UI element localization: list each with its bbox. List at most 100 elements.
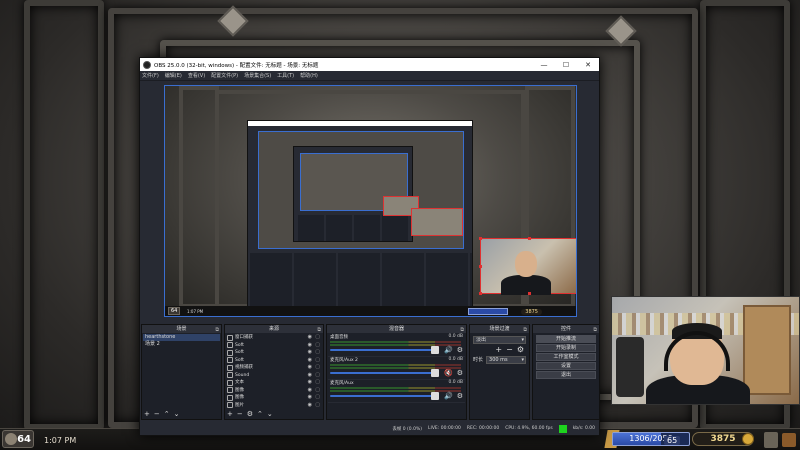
resize-handle[interactable] [528, 237, 531, 240]
studio-mode-button[interactable]: 工作室模式 [536, 353, 596, 361]
menu-help[interactable]: 帮助(H) [300, 72, 318, 79]
dock-float-icon[interactable]: ⧉ [523, 326, 527, 334]
dock-float-icon[interactable]: ⧉ [460, 326, 464, 334]
source-label: 图像 [235, 395, 244, 400]
lock-icon[interactable]: ▢ [315, 364, 320, 372]
source-item[interactable]: 图像 ◉ ▢ [226, 387, 322, 395]
move-up-icon[interactable]: ⌃ [164, 410, 170, 418]
volume-slider[interactable] [330, 349, 435, 351]
resize-handle[interactable] [479, 292, 482, 295]
eye-icon[interactable]: ◉ [308, 402, 312, 410]
lock-icon[interactable]: ▢ [315, 342, 320, 350]
source-item[interactable]: Soft ◉ ▢ [226, 349, 322, 357]
source-item[interactable]: Soft ◉ ▢ [226, 342, 322, 350]
rank-badge[interactable]: 64 [2, 430, 34, 448]
source-item[interactable]: 图像 ◉ ▢ [226, 394, 322, 402]
duration-input[interactable]: 300 ms [486, 355, 526, 364]
source-item[interactable]: 图片 ◉ ▢ [226, 402, 322, 410]
dock-float-icon[interactable]: ⧉ [317, 326, 321, 334]
move-down-icon[interactable]: ⌄ [267, 410, 273, 418]
source-label: Soft [235, 342, 244, 348]
lock-icon[interactable]: ▢ [315, 394, 320, 402]
minimize-icon[interactable]: — [533, 58, 555, 71]
eye-icon[interactable]: ◉ [308, 357, 312, 365]
dock-float-icon[interactable]: ⧉ [593, 326, 597, 334]
move-up-icon[interactable]: ⌃ [257, 410, 263, 418]
eye-icon[interactable]: ◉ [308, 364, 312, 372]
source-item[interactable]: 文本 ◉ ▢ [226, 379, 322, 387]
source-settings-icon[interactable]: ⚙ [247, 410, 253, 418]
lock-icon[interactable]: ▢ [315, 402, 320, 410]
volume-slider-handle[interactable] [431, 392, 439, 400]
eye-icon[interactable]: ◉ [308, 342, 312, 350]
volume-slider-handle[interactable] [431, 369, 439, 377]
lock-icon[interactable]: ▢ [315, 349, 320, 357]
source-item[interactable]: 窗口捕获 ◉ ▢ [226, 334, 322, 342]
source-item[interactable]: 视频捕获 ◉ ▢ [226, 364, 322, 372]
remove-source-icon[interactable]: − [237, 410, 243, 418]
dock-float-icon[interactable]: ⧉ [215, 326, 219, 334]
menu-tools[interactable]: 工具(T) [277, 72, 294, 79]
resize-handle[interactable] [576, 237, 577, 240]
eye-icon[interactable]: ◉ [308, 379, 312, 387]
eye-icon[interactable]: ◉ [308, 349, 312, 357]
mixer-dock: 混音器 ⧉ 桌面音频 0.0 dB 🔊 ⚙ 麦克风/Aux 2 0.0 dB 🔇… [326, 324, 467, 420]
channel-name: 麦克风/Aux [330, 381, 354, 386]
gear-icon[interactable]: ⚙ [457, 346, 463, 354]
eye-icon[interactable]: ◉ [308, 372, 312, 380]
start-recording-button[interactable]: 开始录制 [536, 344, 596, 352]
add-scene-icon[interactable]: + [144, 410, 150, 418]
game-frame-left [24, 0, 104, 430]
volume-slider-handle[interactable] [431, 346, 439, 354]
add-transition-icon[interactable]: + [495, 345, 502, 354]
speaker-icon[interactable]: 🔊 [444, 346, 453, 354]
maximize-icon[interactable]: ☐ [555, 58, 577, 71]
settings-button[interactable]: 设置 [536, 362, 596, 370]
lock-icon[interactable]: ▢ [315, 387, 320, 395]
speaker-icon[interactable]: 🔊 [444, 392, 453, 400]
webcam-overlay [611, 296, 800, 405]
volume-slider[interactable] [330, 395, 435, 397]
eye-icon[interactable]: ◉ [308, 394, 312, 402]
resize-handle[interactable] [479, 237, 482, 240]
gear-icon[interactable]: ⚙ [457, 392, 463, 400]
menu-view[interactable]: 查看(V) [188, 72, 205, 79]
menu-file[interactable]: 文件(F) [142, 72, 159, 79]
lock-icon[interactable]: ▢ [315, 372, 320, 380]
gear-icon[interactable]: ⚙ [517, 345, 524, 354]
preview-canvas[interactable]: 64 1:07 PM 3875 [164, 85, 577, 317]
source-item[interactable]: Soft ◉ ▢ [226, 357, 322, 365]
resize-handle[interactable] [576, 265, 577, 268]
resize-handle[interactable] [528, 292, 531, 295]
speaker-muted-icon[interactable]: 🔇 [444, 369, 453, 377]
close-icon[interactable]: ✕ [577, 58, 599, 71]
menu-edit[interactable]: 编辑(E) [165, 72, 182, 79]
resize-handle[interactable] [576, 292, 577, 295]
menu-profile[interactable]: 配置文件(P) [211, 72, 238, 79]
chest-icon[interactable] [782, 433, 796, 447]
gear-icon[interactable]: ⚙ [457, 369, 463, 377]
source-item[interactable]: Sound ◉ ▢ [226, 372, 322, 380]
obs-titlebar[interactable]: OBS 25.0.0 (32-bit, windows) - 配置文件: 无标题… [140, 58, 599, 71]
scene-item[interactable]: hearthstone [143, 334, 220, 341]
menu-scene-collection[interactable]: 场景集合(S) [244, 72, 271, 79]
add-source-icon[interactable]: + [227, 410, 233, 418]
lock-icon[interactable]: ▢ [315, 379, 320, 387]
move-down-icon[interactable]: ⌄ [174, 410, 180, 418]
preview-webcam-source[interactable] [479, 237, 577, 295]
lock-icon[interactable]: ▢ [315, 334, 320, 342]
start-streaming-button[interactable]: 开始推流 [536, 335, 596, 343]
eye-icon[interactable]: ◉ [308, 387, 312, 395]
exit-button[interactable]: 退出 [536, 371, 596, 379]
resize-handle[interactable] [479, 265, 482, 268]
eye-icon[interactable]: ◉ [308, 334, 312, 342]
transition-type-select[interactable]: 淡出 [473, 335, 526, 344]
lock-icon[interactable]: ▢ [315, 357, 320, 365]
scene-item[interactable]: 场景 2 [143, 341, 220, 348]
shop-icon[interactable] [764, 432, 778, 448]
image-source-icon [227, 402, 233, 409]
volume-slider[interactable] [330, 372, 435, 374]
status-bar: 丢帧 0 (0.0%) LIVE: 00:00:00 REC: 00:00:00… [140, 422, 599, 435]
remove-scene-icon[interactable]: − [154, 410, 160, 418]
remove-transition-icon[interactable]: − [506, 345, 513, 354]
